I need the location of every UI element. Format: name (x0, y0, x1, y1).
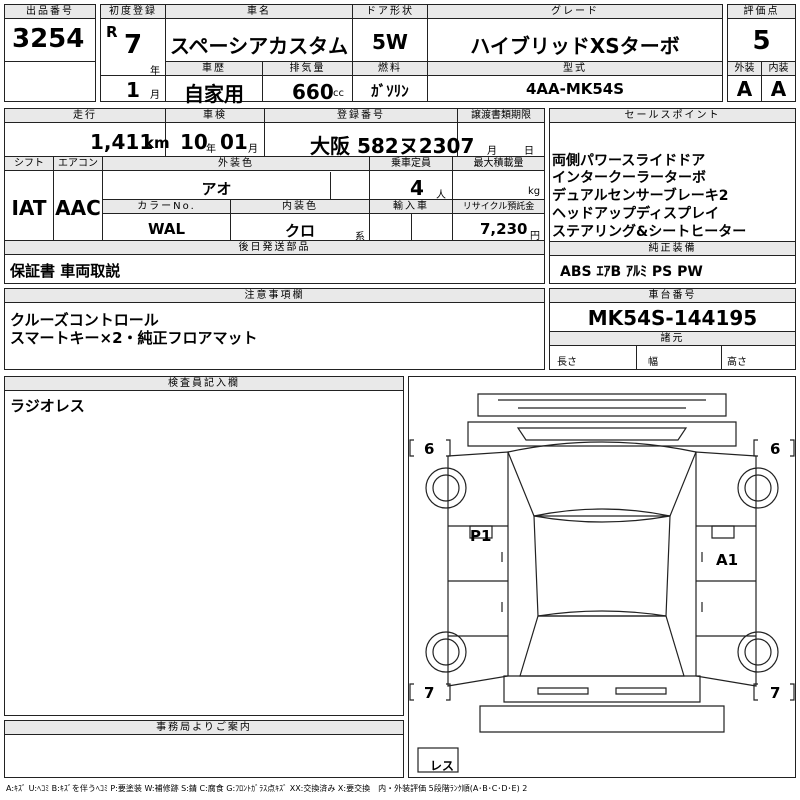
color-no: WAL (147, 220, 186, 238)
history-label: 車歴 (166, 62, 262, 76)
exterior-label: 外装 (728, 62, 761, 76)
sales-point-item: ステアリング&シートヒーター (552, 224, 747, 240)
fuel: ｶﾞｿﾘﾝ (371, 82, 409, 100)
inspector-note: ラジオレス (10, 397, 85, 415)
tire-front-right: 6 (770, 440, 781, 458)
dimensions-label: 諸元 (550, 332, 795, 346)
recycle-label: リサイクル預託金 (453, 200, 544, 214)
damage-mark-left: P1 (470, 527, 492, 545)
model: 4AA-MK54S (525, 80, 625, 98)
int-color: クロ (284, 222, 315, 240)
grade-label: グレード (428, 5, 722, 19)
displacement-label: 排気量 (263, 62, 352, 76)
max-load-label: 最大積載量 (453, 157, 544, 171)
transfer-month-unit: 月 (487, 146, 497, 157)
inspection-month-unit: 月 (248, 144, 258, 155)
spare-tire: レス (430, 759, 455, 773)
office-label: 事務局よりご案内 (5, 721, 403, 735)
chassis-number: MK54S-144195 (587, 306, 758, 330)
inspector-box (4, 376, 404, 716)
notes-label: 注意事項欄 (5, 289, 544, 303)
interior-score: A (770, 77, 787, 101)
later-parts-label: 後日発送部品 (5, 241, 544, 255)
month-unit: 月 (150, 90, 160, 101)
legend: A:ｷｽﾞ U:ﾍｺﾐ B:ｷｽﾞを伴うﾍｺﾐ P:要塗装 W:補修跡 S:錆 … (6, 784, 528, 793)
score-label: 評価点 (728, 5, 795, 19)
ac: AAC (55, 196, 101, 220)
lot-number: 3254 (12, 24, 85, 54)
sales-points-label: セールスポイント (550, 109, 795, 123)
door-type: 5W (372, 30, 408, 54)
length-label: 長さ (557, 357, 577, 368)
door-label: ドア形状 (353, 5, 427, 19)
int-color-label: 内装色 (231, 200, 369, 214)
tire-front-left: 6 (424, 440, 435, 458)
first-reg-label: 初度登録 (101, 5, 165, 19)
mileage-label: 走行 (5, 109, 165, 123)
width-label: 幅 (648, 357, 658, 368)
score: 5 (752, 26, 771, 56)
notes-line: スマートキー×2・純正フロアマット (10, 329, 258, 347)
displacement: 660 (292, 80, 334, 104)
recycle-fee: 7,230 (480, 220, 528, 238)
height-label: 高さ (727, 357, 747, 368)
genuine-equipment: ABS ｴｱB ｱﾙﾐ PS PW (560, 264, 703, 280)
displacement-unit: cc (333, 88, 344, 99)
later-parts: 保証書 車両取説 (10, 262, 121, 280)
sales-point-item: インタークーラーターボ (552, 170, 706, 186)
damage-mark-right: A1 (716, 551, 739, 569)
first-reg-year: 7 (124, 30, 143, 60)
inspection-year: 10 (180, 130, 208, 154)
inspector-label: 検査員記入欄 (5, 377, 403, 391)
chassis-label: 車台番号 (550, 289, 795, 303)
shift: IAT (11, 196, 47, 220)
inspection-year-unit: 年 (206, 144, 216, 155)
inspection-label: 車検 (166, 109, 264, 123)
interior-label: 内装 (762, 62, 795, 76)
ext-color-label: 外装色 (103, 157, 369, 171)
history: 自家用 (184, 82, 244, 106)
ext-color: アオ (201, 180, 232, 198)
color-no-label: カラーNo. (103, 200, 230, 214)
sales-point-item: デュアルセンサーブレーキ2 (552, 188, 729, 204)
transfer-label: 譲渡書類期限 (458, 109, 544, 123)
sales-point-item: ヘッドアップディスプレイ (552, 206, 720, 222)
capacity: 4 (410, 176, 424, 200)
capacity-label: 乗車定員 (370, 157, 452, 171)
car-name-label: 車名 (166, 5, 352, 19)
fuel-label: 燃料 (353, 62, 427, 76)
transfer-day-unit: 日 (524, 146, 534, 157)
max-load-unit: kg (528, 186, 541, 197)
car-name: スペーシアカスタム (169, 34, 349, 58)
genuine-equipment-label: 純正装備 (550, 242, 795, 256)
ac-label: エアコン (54, 157, 102, 171)
inspection-month: 01 (220, 130, 248, 154)
car-diagram (409, 393, 795, 773)
registration: 大阪 582ヌ2307 (310, 134, 475, 158)
model-label: 型式 (428, 62, 722, 76)
mileage-unit: km (144, 134, 170, 152)
first-reg-month: 1 (126, 78, 140, 102)
registration-label: 登録番号 (265, 109, 457, 123)
tire-rear-left: 7 (424, 684, 435, 702)
shift-label: シフト (5, 157, 53, 171)
exterior-score: A (736, 77, 753, 101)
import-label: 輸入車 (370, 200, 452, 214)
grade: ハイブリッドXSターボ (470, 34, 680, 58)
lot-label: 出品番号 (5, 5, 95, 19)
era: R (106, 23, 118, 41)
tire-rear-right: 7 (770, 684, 781, 702)
